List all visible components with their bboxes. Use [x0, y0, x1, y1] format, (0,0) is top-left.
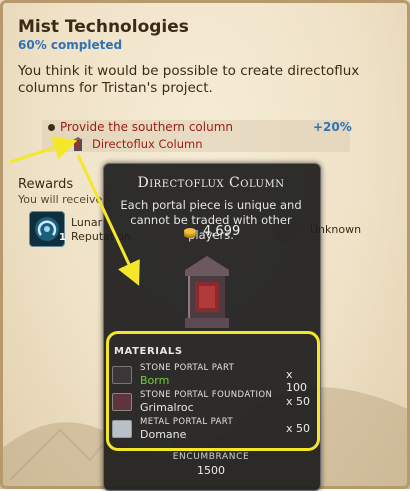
quest-title: Mist Technologies — [18, 17, 189, 37]
rewards-heading: Rewards — [18, 177, 74, 192]
quest-progress: 60% completed — [18, 38, 123, 52]
objective-bullet-icon — [48, 124, 55, 131]
directoflux-column-icon[interactable] — [72, 137, 84, 152]
objective-item-name[interactable]: Directoflux Column — [92, 137, 203, 151]
encumbrance-label: ENCUMBRANCE — [172, 452, 250, 462]
objective-reward-percent: +20% — [313, 120, 352, 134]
gold-coins-icon — [184, 228, 196, 238]
tooltip-title: Directoflux Column — [137, 175, 285, 191]
quest-description: You think it would be possible to create… — [18, 63, 360, 96]
tooltip-gold-value: 4,699 — [203, 224, 241, 239]
encumbrance-value: 1500 — [197, 464, 225, 477]
objective-text: Provide the southern column — [60, 120, 234, 134]
reward-name: Lunar — [71, 216, 103, 229]
materials-highlight-box — [106, 331, 320, 451]
directoflux-column-large-icon — [185, 256, 229, 328]
rewards-subheading: You will receive: — [18, 193, 107, 206]
reward-count: 1 — [59, 232, 66, 243]
